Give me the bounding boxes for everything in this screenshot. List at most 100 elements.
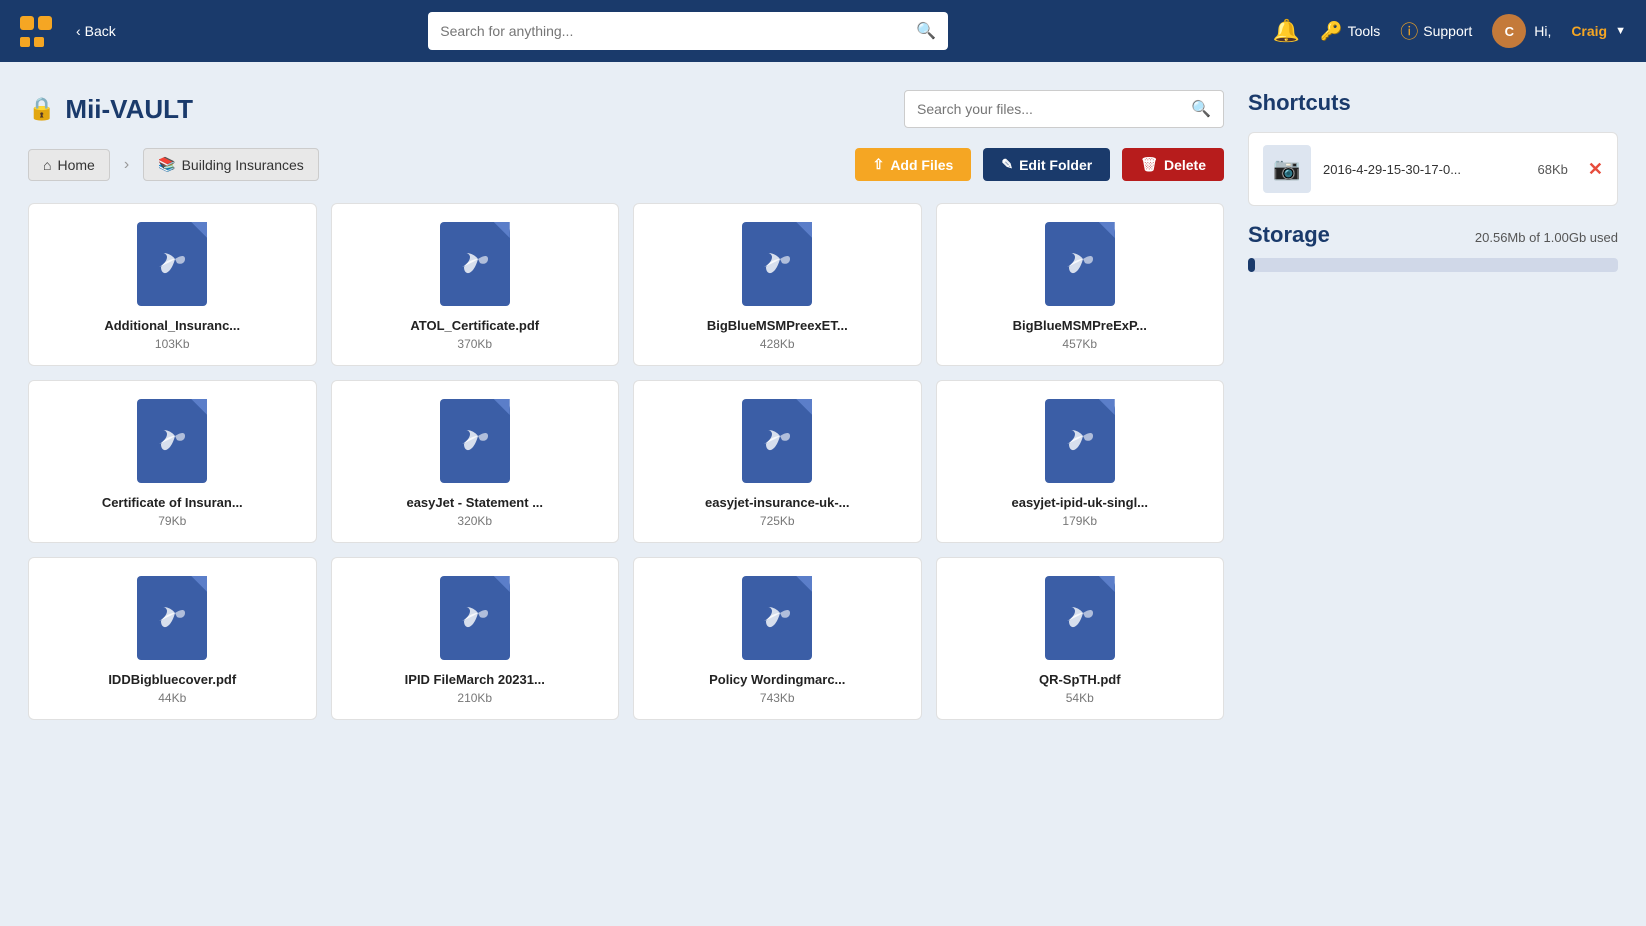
toolbar: ⌂ Home › 📚 Building Insurances ⇧ Add Fil… <box>28 148 1224 181</box>
trash-icon: 🗑 <box>1140 156 1158 173</box>
logo <box>20 16 52 47</box>
pdf-icon <box>742 576 812 660</box>
delete-label: Delete <box>1164 157 1206 173</box>
file-size: 54Kb <box>1066 691 1094 705</box>
file-size: 725Kb <box>760 514 795 528</box>
file-card[interactable]: IDDBigbluecover.pdf 44Kb <box>28 557 317 720</box>
shortcut-thumbnail: 📷 <box>1263 145 1311 193</box>
file-name: Certificate of Insuran... <box>102 495 243 510</box>
folder-icon: 📚 <box>158 156 175 173</box>
pdf-symbol <box>155 599 189 644</box>
shortcut-name: 2016-4-29-15-30-17-0... <box>1323 162 1526 177</box>
storage-info: 20.56Mb of 1.00Gb used <box>1475 230 1618 245</box>
file-card[interactable]: Certificate of Insuran... 79Kb <box>28 380 317 543</box>
edit-folder-button[interactable]: ✎ Edit Folder <box>983 148 1110 181</box>
file-card[interactable]: ATOL_Certificate.pdf 370Kb <box>331 203 620 366</box>
lock-icon: 🔒 <box>28 96 55 122</box>
global-search-input[interactable] <box>440 23 908 39</box>
file-card[interactable]: Additional_Insuranc... 103Kb <box>28 203 317 366</box>
user-menu[interactable]: C Hi, Craig ▼ <box>1492 14 1626 48</box>
pdf-icon <box>1045 576 1115 660</box>
avatar: C <box>1492 14 1526 48</box>
pdf-icon <box>440 222 510 306</box>
file-name: IDDBigbluecover.pdf <box>108 672 236 687</box>
file-name: QR-SpTH.pdf <box>1039 672 1121 687</box>
support-menu[interactable]: ⓘ Support <box>1400 18 1472 44</box>
file-name: BigBlueMSMPreExP... <box>1013 318 1147 333</box>
support-icon: ⓘ <box>1400 18 1418 44</box>
file-card[interactable]: easyjet-ipid-uk-singl... 179Kb <box>936 380 1225 543</box>
file-name: IPID FileMarch 20231... <box>405 672 545 687</box>
file-size: 210Kb <box>457 691 492 705</box>
pdf-symbol <box>155 245 189 290</box>
edit-folder-label: Edit Folder <box>1019 157 1092 173</box>
nav-search-wrap: 🔍 <box>132 12 1245 50</box>
breadcrumb-home-label: Home <box>57 157 94 173</box>
back-arrow-icon: ‹ <box>76 23 81 39</box>
shortcut-close-button[interactable]: ✕ <box>1588 159 1603 180</box>
delete-button[interactable]: 🗑 Delete <box>1122 148 1224 181</box>
shortcuts-title: Shortcuts <box>1248 90 1618 116</box>
support-label: Support <box>1423 23 1472 39</box>
shortcut-size: 68Kb <box>1538 162 1568 177</box>
file-card[interactable]: BigBlueMSMPreExP... 457Kb <box>936 203 1225 366</box>
file-card[interactable]: IPID FileMarch 20231... 210Kb <box>331 557 620 720</box>
pdf-symbol <box>760 422 794 467</box>
pdf-icon <box>137 576 207 660</box>
file-name: Additional_Insuranc... <box>104 318 240 333</box>
shortcut-card[interactable]: 📷 2016-4-29-15-30-17-0... 68Kb ✕ <box>1248 132 1618 206</box>
pdf-symbol <box>458 599 492 644</box>
file-size: 320Kb <box>457 514 492 528</box>
notification-bell-icon[interactable]: 🔔 <box>1273 18 1300 44</box>
top-navigation: ‹ Back 🔍 🔔 🔑 Tools ⓘ Support C Hi, Craig… <box>0 0 1646 62</box>
logo-dot <box>34 37 44 47</box>
pdf-icon <box>440 399 510 483</box>
file-card[interactable]: BigBlueMSMPreexET... 428Kb <box>633 203 922 366</box>
pdf-icon <box>137 222 207 306</box>
sidebar: Shortcuts 📷 2016-4-29-15-30-17-0... 68Kb… <box>1248 90 1618 720</box>
file-size: 103Kb <box>155 337 190 351</box>
pdf-icon <box>440 576 510 660</box>
file-card[interactable]: Policy Wordingmarc... 743Kb <box>633 557 922 720</box>
storage-title: Storage <box>1248 222 1330 248</box>
file-grid: Additional_Insuranc... 103Kb ATOL_Certif… <box>28 203 1224 720</box>
file-size: 179Kb <box>1062 514 1097 528</box>
vault-search-input[interactable] <box>917 101 1183 117</box>
search-icon[interactable]: 🔍 <box>1191 99 1211 119</box>
file-name: ATOL_Certificate.pdf <box>410 318 539 333</box>
vault-title-text: Mii-VAULT <box>65 94 193 125</box>
user-name: Craig <box>1571 23 1607 39</box>
pdf-symbol <box>760 245 794 290</box>
user-chevron-icon: ▼ <box>1615 25 1626 37</box>
file-name: Policy Wordingmarc... <box>709 672 845 687</box>
vault-title: 🔒 Mii-VAULT <box>28 94 193 125</box>
pdf-icon <box>742 399 812 483</box>
pdf-symbol <box>1063 422 1097 467</box>
file-card[interactable]: QR-SpTH.pdf 54Kb <box>936 557 1225 720</box>
file-card[interactable]: easyjet-insurance-uk-... 725Kb <box>633 380 922 543</box>
file-name: easyjet-ipid-uk-singl... <box>1011 495 1148 510</box>
storage-bar-fill <box>1248 258 1255 272</box>
add-files-button[interactable]: ⇧ Add Files <box>855 148 972 181</box>
search-icon[interactable]: 🔍 <box>916 21 936 41</box>
file-card[interactable]: easyJet - Statement ... 320Kb <box>331 380 620 543</box>
storage-bar-background <box>1248 258 1618 272</box>
breadcrumb-separator: › <box>124 156 129 174</box>
main-content: 🔒 Mii-VAULT 🔍 ⌂ Home › 📚 Building Insura… <box>0 62 1646 740</box>
file-size: 743Kb <box>760 691 795 705</box>
breadcrumb-folder[interactable]: 📚 Building Insurances <box>143 148 319 181</box>
file-size: 44Kb <box>158 691 186 705</box>
pdf-icon <box>137 399 207 483</box>
upload-icon: ⇧ <box>873 156 885 173</box>
back-button[interactable]: ‹ Back <box>76 23 116 39</box>
vault-search-box: 🔍 <box>904 90 1224 128</box>
file-size: 457Kb <box>1062 337 1097 351</box>
pdf-icon <box>742 222 812 306</box>
file-size: 370Kb <box>457 337 492 351</box>
breadcrumb-home[interactable]: ⌂ Home <box>28 149 110 181</box>
tools-menu[interactable]: 🔑 Tools <box>1320 21 1380 42</box>
storage-section: Storage 20.56Mb of 1.00Gb used <box>1248 222 1618 272</box>
edit-icon: ✎ <box>1001 156 1013 173</box>
pdf-symbol <box>155 422 189 467</box>
user-greeting: Hi, <box>1534 23 1551 39</box>
